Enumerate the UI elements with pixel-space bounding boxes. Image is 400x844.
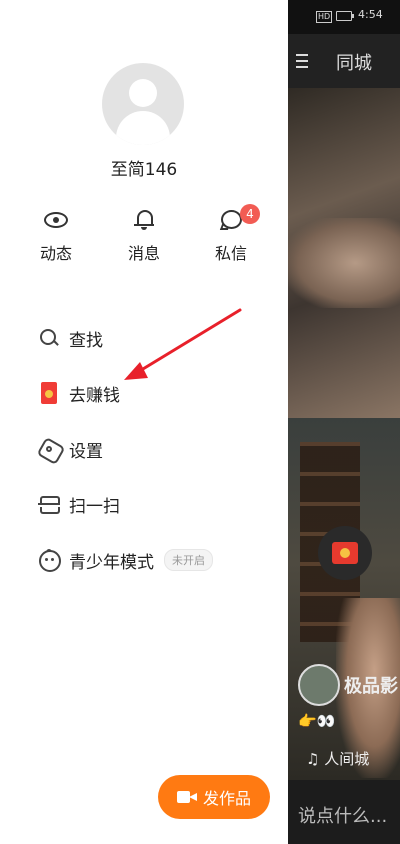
username[interactable]: 至简146 (0, 155, 288, 180)
hd-indicator: HD (316, 11, 333, 23)
quick-action-messages[interactable]: 消息 (114, 208, 174, 264)
settings-hex-icon (36, 436, 66, 466)
menu-item-teen-mode[interactable]: 青少年模式 未开启 (38, 546, 213, 574)
feed-video-thumbnail-2[interactable]: 极品影 👉👀 ♫ 人间城 (288, 418, 400, 780)
quick-action-label: 动态 (39, 244, 72, 263)
feed-top-bar: 同城 (288, 34, 400, 88)
menu-item-earn-money[interactable]: 去赚钱 (38, 379, 120, 407)
side-drawer: 至简146 动态 消息 私信 4 查找 去赚钱 设置 扫一扫 青少年模式 未开启… (0, 0, 288, 844)
quick-action-feed[interactable]: 动态 (26, 208, 86, 264)
unread-badge: 4 (240, 204, 260, 224)
battery-icon (336, 11, 354, 21)
video-camera-icon (176, 790, 197, 804)
menu-item-label: 设置 (69, 441, 103, 462)
menu-item-label: 扫一扫 (69, 496, 120, 517)
feed-video-thumbnail-1[interactable] (288, 88, 400, 418)
menu-item-search[interactable]: 查找 (38, 324, 103, 352)
tab-local-city[interactable]: 同城 (336, 49, 372, 75)
menu-item-label: 青少年模式 (69, 552, 154, 573)
hamburger-menu-icon[interactable] (296, 54, 308, 68)
red-packet-icon (38, 382, 60, 404)
quick-action-label: 私信 (214, 244, 247, 263)
menu-item-label: 查找 (69, 330, 103, 351)
video-feed-background: HD 4:54 同城 极品影 👉👀 ♫ 人间城 说点什么... (288, 0, 400, 844)
search-icon (38, 327, 60, 349)
menu-item-scan[interactable]: 扫一扫 (38, 490, 120, 518)
quick-action-label: 消息 (127, 244, 160, 263)
kid-face-icon (38, 549, 61, 572)
bell-icon (132, 208, 156, 232)
publish-button-label: 发作品 (202, 789, 251, 808)
teen-mode-status-tag: 未开启 (164, 549, 213, 571)
publish-button[interactable]: 发作品 (158, 775, 270, 819)
floating-red-packet-icon[interactable] (318, 526, 372, 580)
author-name[interactable]: 极品影 (344, 672, 398, 698)
eye-icon (44, 208, 68, 232)
music-label[interactable]: ♫ 人间城 (306, 748, 369, 769)
scan-icon (38, 493, 60, 515)
caption-emojis: 👉👀 (298, 712, 336, 730)
status-bar: HD 4:54 (288, 0, 400, 34)
user-avatar[interactable] (102, 63, 184, 145)
status-time: 4:54 (358, 8, 383, 21)
comment-bar[interactable]: 说点什么... (288, 780, 400, 844)
menu-item-label: 去赚钱 (69, 385, 120, 406)
author-avatar[interactable] (298, 664, 340, 706)
menu-item-settings[interactable]: 设置 (36, 435, 103, 466)
comment-placeholder: 说点什么... (298, 806, 388, 827)
